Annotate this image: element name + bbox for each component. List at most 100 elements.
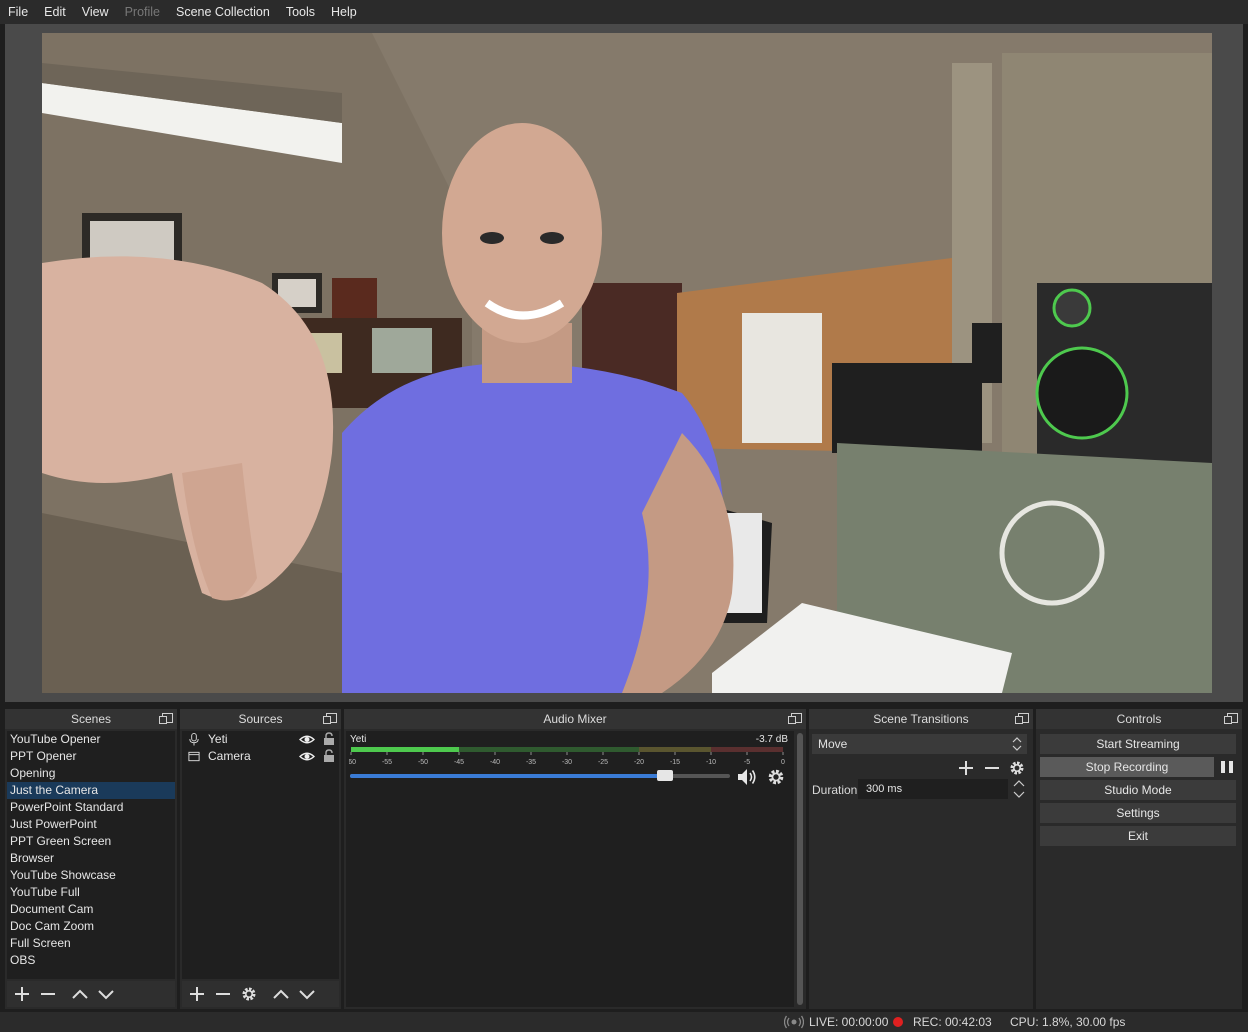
scene-item[interactable]: YouTube Full — [7, 884, 175, 901]
menu-view[interactable]: View — [74, 0, 117, 24]
transition-properties-button[interactable] — [1006, 757, 1028, 779]
visibility-eye-icon[interactable] — [299, 734, 315, 745]
meter-tick-label: -30 — [562, 759, 572, 766]
exit-button[interactable]: Exit — [1040, 826, 1236, 846]
source-item-yeti[interactable]: Yeti — [182, 731, 339, 748]
scene-item[interactable]: PPT Green Screen — [7, 833, 175, 850]
scene-item[interactable]: PPT Opener — [7, 748, 175, 765]
channel-db: -3.7 dB — [755, 734, 788, 745]
transition-select[interactable]: Move — [812, 734, 1007, 754]
scene-item[interactable]: Opening — [7, 765, 175, 782]
chevron-down-icon — [299, 990, 315, 1000]
visibility-eye-icon[interactable] — [299, 751, 315, 762]
add-transition-button[interactable] — [955, 757, 977, 779]
menu-profile[interactable]: Profile — [117, 0, 168, 24]
menu-bar: File Edit View Profile Scene Collection … — [0, 0, 1248, 24]
meter-tick-label: -40 — [490, 759, 500, 766]
stop-recording-button[interactable]: Stop Recording — [1040, 757, 1214, 777]
menu-file[interactable]: File — [0, 0, 36, 24]
rec-timer: REC: 00:42:03 — [913, 1015, 992, 1029]
scene-item-selected[interactable]: Just the Camera — [7, 782, 175, 799]
remove-transition-button[interactable] — [981, 757, 1003, 779]
scenes-toolbar — [7, 981, 175, 1007]
volume-slider-handle[interactable] — [657, 770, 674, 781]
remove-source-button[interactable] — [212, 983, 234, 1005]
undock-icon[interactable] — [159, 713, 173, 724]
undock-icon[interactable] — [323, 713, 337, 724]
volume-meter: -60-55-50-45-40-35-30-25-20-15-10-50 — [349, 747, 785, 766]
stepper-arrows-icon — [1013, 780, 1025, 798]
meter-tick-label: -60 — [349, 759, 356, 766]
meter-background-red — [711, 747, 783, 752]
meter-tick-label: -35 — [526, 759, 536, 766]
meter-background-yellow — [639, 747, 711, 752]
menu-edit[interactable]: Edit — [36, 0, 74, 24]
duration-input[interactable]: 300 ms — [858, 779, 1008, 799]
scene-item[interactable]: Doc Cam Zoom — [7, 918, 175, 935]
meter-tick-label: -15 — [670, 759, 680, 766]
controls-title-text: Controls — [1116, 712, 1162, 726]
lock-icon[interactable] — [323, 732, 335, 746]
live-timer: LIVE: 00:00:00 — [809, 1015, 889, 1029]
menu-scene-collection[interactable]: Scene Collection — [168, 0, 278, 24]
recording-dot-icon — [893, 1017, 903, 1027]
scenes-list[interactable]: YouTube Opener PPT Opener Opening Just t… — [7, 731, 175, 979]
source-name: Yeti — [208, 732, 228, 746]
mixer-channel-area: Yeti -3.7 dB -60-55-50-45-40-35-30-25-20… — [346, 731, 794, 1007]
add-scene-button[interactable] — [11, 983, 33, 1005]
scene-item[interactable]: Browser — [7, 850, 175, 867]
transition-select-value: Move — [818, 737, 848, 751]
scene-item[interactable]: YouTube Opener — [7, 731, 175, 748]
undock-icon[interactable] — [1015, 713, 1029, 724]
meter-tick-label: -5 — [744, 759, 750, 766]
source-item-camera[interactable]: Camera — [182, 748, 339, 765]
meter-level — [351, 747, 459, 752]
mixer-scrollbar[interactable] — [796, 731, 804, 1007]
menu-help[interactable]: Help — [323, 0, 365, 24]
remove-scene-button[interactable] — [37, 983, 59, 1005]
controls-title: Controls — [1036, 709, 1242, 729]
settings-button[interactable]: Settings — [1040, 803, 1236, 823]
speaker-icon[interactable] — [736, 767, 758, 787]
lock-icon[interactable] — [323, 749, 335, 763]
status-bar: LIVE: 00:00:00 REC: 00:42:03 CPU: 1.8%, … — [0, 1012, 1248, 1032]
sources-dock: Sources Yeti Camera — [180, 709, 341, 1009]
move-source-up-button[interactable] — [270, 983, 292, 1005]
chevron-up-icon — [273, 989, 289, 999]
broadcast-icon — [784, 1015, 804, 1029]
camera-preview[interactable] — [42, 33, 1212, 693]
volume-slider-fill — [350, 774, 666, 778]
mixer-scrollbar-thumb[interactable] — [797, 733, 803, 1005]
menu-tools[interactable]: Tools — [278, 0, 323, 24]
undock-icon[interactable] — [1224, 713, 1238, 724]
scene-item[interactable]: PowerPoint Standard — [7, 799, 175, 816]
start-streaming-button[interactable]: Start Streaming — [1040, 734, 1236, 754]
mixer-title: Audio Mixer — [344, 709, 806, 729]
video-capture-icon — [188, 751, 200, 762]
move-source-down-button[interactable] — [296, 983, 318, 1005]
studio-mode-button[interactable]: Studio Mode — [1040, 780, 1236, 800]
scene-item[interactable]: Document Cam — [7, 901, 175, 918]
move-scene-down-button[interactable] — [95, 983, 117, 1005]
scene-item[interactable]: YouTube Showcase — [7, 867, 175, 884]
source-properties-button[interactable] — [238, 983, 260, 1005]
scene-item[interactable]: OBS — [7, 952, 175, 969]
preview-area[interactable] — [5, 24, 1243, 702]
transition-select-spinner[interactable] — [1007, 734, 1027, 754]
add-source-button[interactable] — [186, 983, 208, 1005]
scene-item[interactable]: Just PowerPoint — [7, 816, 175, 833]
scene-item[interactable]: Full Screen — [7, 935, 175, 952]
move-scene-up-button[interactable] — [69, 983, 91, 1005]
transitions-title-text: Scene Transitions — [873, 712, 969, 726]
plus-icon — [959, 761, 973, 775]
gear-icon[interactable] — [767, 768, 785, 786]
transitions-title: Scene Transitions — [809, 709, 1033, 729]
volume-slider[interactable] — [350, 770, 730, 781]
meter-tick-label: -20 — [634, 759, 644, 766]
pause-recording-button[interactable] — [1217, 757, 1237, 777]
undock-icon[interactable] — [788, 713, 802, 724]
up-down-arrows-icon — [1012, 737, 1022, 751]
duration-stepper[interactable] — [1011, 779, 1027, 799]
minus-icon — [41, 993, 55, 995]
sources-list[interactable]: Yeti Camera — [182, 731, 339, 979]
